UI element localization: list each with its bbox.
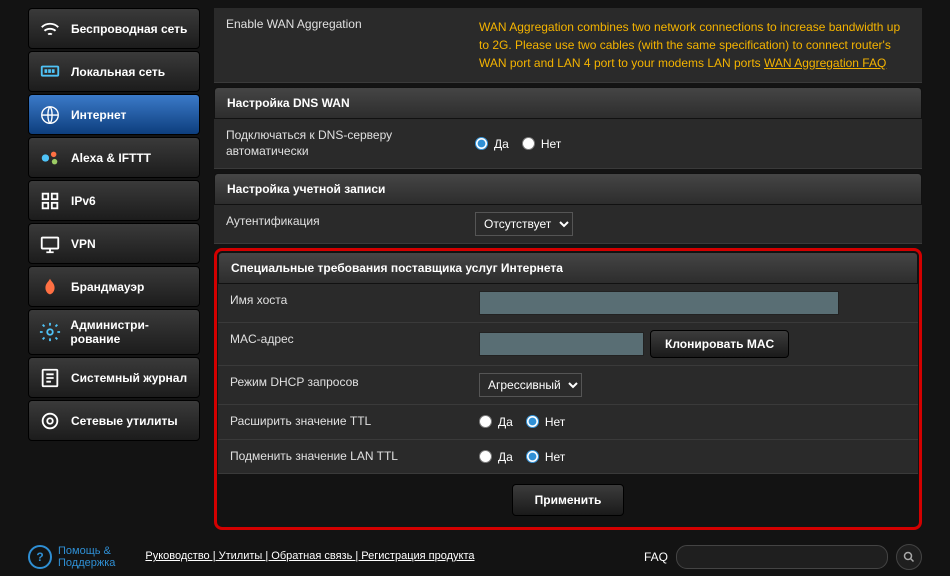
mac-row: MAC-адрес Клонировать MAC (218, 323, 918, 366)
sidebar-item-label: Администри- рование (70, 318, 199, 346)
faq-label: FAQ (644, 550, 668, 564)
dhcp-select[interactable]: Агрессивный (479, 373, 582, 397)
wan-faq-link[interactable]: WAN Aggregation FAQ (764, 56, 886, 70)
dns-no-radio[interactable] (522, 137, 535, 150)
sidebar-item-tools[interactable]: Сетевые утилиты (28, 400, 200, 441)
footer-links[interactable]: Руководство | Утилиты | Обратная связь |… (145, 549, 474, 564)
clone-mac-button[interactable]: Клонировать MAC (650, 330, 789, 358)
ttl-lan-row: Подменить значение LAN TTL ДаНет (218, 440, 918, 475)
help-text: Помощь &Поддержка (58, 545, 115, 569)
apply-button[interactable]: Применить (512, 484, 625, 516)
sidebar-item-vpn[interactable]: VPN (28, 223, 200, 264)
wifi-icon (37, 16, 63, 42)
sidebar-item-label: Брандмауэр (71, 280, 144, 294)
globe-icon (37, 102, 63, 128)
wan-aggregation-row: Enable WAN Aggregation WAN Aggregation c… (214, 8, 922, 83)
faq-input[interactable] (676, 545, 888, 569)
ttl-ext-row: Расширить значение TTL ДаНет (218, 405, 918, 440)
dhcp-row: Режим DHCP запросов Агрессивный (218, 366, 918, 405)
mac-input[interactable] (479, 332, 644, 356)
sidebar-item-label: VPN (71, 237, 96, 251)
sidebar-item-label: Беспроводная сеть (71, 22, 187, 36)
dns-radio-group: ДаНет (475, 137, 571, 151)
wan-label: Enable WAN Aggregation (214, 8, 463, 82)
dhcp-label: Режим DHCP запросов (218, 366, 467, 404)
footer: ? Помощь &Поддержка Руководство | Утилит… (0, 538, 950, 576)
wan-info: WAN Aggregation combines two network con… (475, 15, 910, 75)
ttl-lan-yes-radio[interactable] (479, 450, 492, 463)
auth-row: Аутентификация Отсутствует (214, 205, 922, 244)
help-icon[interactable]: ? (28, 545, 52, 569)
dns-connect-label: Подключаться к DNS-серверу автоматически (214, 119, 463, 168)
sidebar-item-admin[interactable]: Администри- рование (28, 309, 200, 355)
isp-section-header: Специальные требования поставщика услуг … (218, 252, 918, 284)
ttl-lan-no-radio[interactable] (526, 450, 539, 463)
sidebar-item-label: Alexa & IFTTT (71, 151, 151, 165)
log-icon (37, 365, 63, 391)
dns-yes-radio[interactable] (475, 137, 488, 150)
alexa-icon (37, 145, 63, 171)
sidebar-item-internet[interactable]: Интернет (28, 94, 200, 135)
account-section-header: Настройка учетной записи (214, 173, 922, 205)
admin-icon (37, 319, 62, 345)
sidebar: Беспроводная сеть Локальная сеть Интерне… (28, 8, 200, 538)
ttl-ext-yes-radio[interactable] (479, 415, 492, 428)
sidebar-item-label: Интернет (71, 108, 126, 122)
dns-connect-row: Подключаться к DNS-серверу автоматически… (214, 119, 922, 169)
sidebar-item-lan[interactable]: Локальная сеть (28, 51, 200, 92)
ipv6-icon (37, 188, 63, 214)
dns-section-header: Настройка DNS WAN (214, 87, 922, 119)
isp-highlight-box: Специальные требования поставщика услуг … (214, 248, 922, 530)
hostname-input[interactable] (479, 291, 839, 315)
sidebar-item-ipv6[interactable]: IPv6 (28, 180, 200, 221)
mac-label: MAC-адрес (218, 323, 467, 365)
tools-icon (37, 408, 63, 434)
sidebar-item-wireless[interactable]: Беспроводная сеть (28, 8, 200, 49)
sidebar-item-label: Сетевые утилиты (71, 414, 178, 428)
vpn-icon (37, 231, 63, 257)
search-button[interactable] (896, 544, 922, 570)
sidebar-item-firewall[interactable]: Брандмауэр (28, 266, 200, 307)
hostname-row: Имя хоста (218, 284, 918, 323)
ttl-ext-no-radio[interactable] (526, 415, 539, 428)
hostname-label: Имя хоста (218, 284, 467, 322)
lan-icon (37, 59, 63, 85)
sidebar-item-label: IPv6 (71, 194, 96, 208)
auth-label: Аутентификация (214, 205, 463, 243)
main-content: Enable WAN Aggregation WAN Aggregation c… (214, 8, 922, 538)
firewall-icon (37, 274, 63, 300)
ttl-ext-label: Расширить значение TTL (218, 405, 467, 439)
sidebar-item-label: Локальная сеть (71, 65, 165, 79)
sidebar-item-syslog[interactable]: Системный журнал (28, 357, 200, 398)
ttl-lan-label: Подменить значение LAN TTL (218, 440, 467, 474)
sidebar-item-label: Системный журнал (71, 371, 187, 385)
sidebar-item-alexa[interactable]: Alexa & IFTTT (28, 137, 200, 178)
copyright: 2019 ASUSTeK Computer Inc. Все права защ… (0, 576, 950, 583)
auth-select[interactable]: Отсутствует (475, 212, 573, 236)
